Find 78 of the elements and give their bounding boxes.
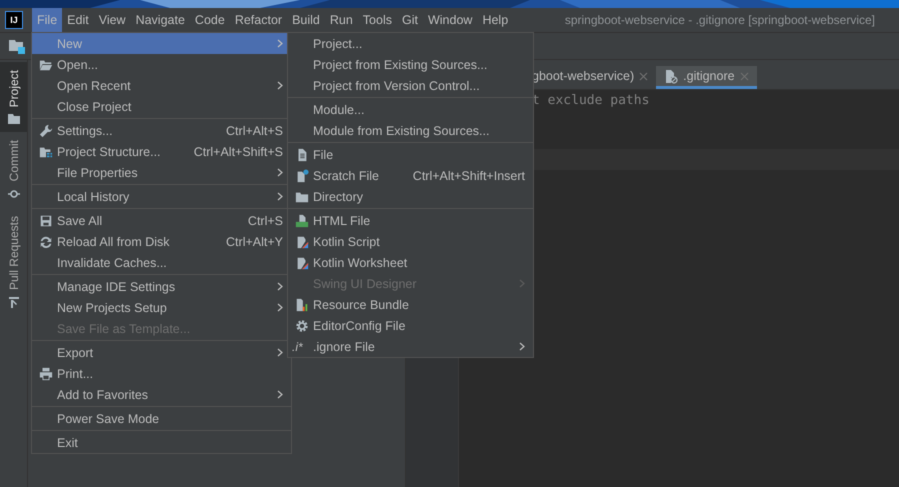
chevron-right-icon [277, 81, 283, 90]
wrench-icon [39, 124, 53, 138]
menu-title[interactable]: Build [287, 8, 325, 32]
tab-label: .gitignore [683, 69, 735, 83]
folder-icon [39, 58, 53, 72]
menu-title[interactable]: Edit [62, 8, 94, 32]
chevron-right-icon [277, 348, 283, 357]
menu-item[interactable]: Print... [32, 363, 291, 384]
menu-title[interactable]: Window [422, 8, 478, 32]
menu-title[interactable]: Run [324, 8, 358, 32]
chevron-right-icon [519, 342, 525, 351]
tool-window-tab[interactable]: Pull Requests [0, 208, 27, 316]
bar-chart-file-icon [295, 298, 309, 312]
code-line: t exclude paths [531, 93, 650, 108]
menu-item[interactable]: Reload All from Disk Ctrl+Alt+Y [32, 231, 291, 252]
menu-item[interactable]: Project... [288, 33, 533, 54]
printer-icon [39, 366, 53, 380]
menu-item[interactable]: Module... [288, 99, 533, 120]
close-icon[interactable] [740, 72, 749, 80]
menu-title[interactable]: Tools [358, 8, 397, 32]
folder-icon [8, 113, 20, 124]
reload-icon [39, 234, 53, 248]
menu-item[interactable]: Scratch File Ctrl+Alt+Shift+Insert [288, 165, 533, 186]
menu-item[interactable]: Directory [288, 186, 533, 207]
file-clock-icon [295, 168, 309, 182]
tab-label: gboot-webservice) [532, 69, 634, 83]
chevron-right-icon [277, 39, 283, 48]
window-title: springboot-webservice - .gitignore [springboot-webservice] [564, 12, 876, 29]
app-logo[interactable]: IJ [5, 11, 23, 29]
menu-item[interactable]: File Properties [32, 162, 291, 183]
commit-icon [8, 188, 20, 200]
menu-item[interactable]: Open Recent [32, 75, 291, 96]
menu-item[interactable]: New Projects Setup [32, 297, 291, 318]
tool-window-tab[interactable]: Commit [0, 132, 27, 208]
menu-item[interactable]: Export [32, 342, 291, 363]
menu-title[interactable]: Code [190, 8, 230, 32]
menu-item[interactable]: Resource Bundle [288, 294, 533, 315]
menu-item[interactable]: Settings... Ctrl+Alt+S [32, 120, 291, 141]
menu-item[interactable]: Power Save Mode [32, 408, 291, 429]
menu-title[interactable]: Refactor [230, 8, 288, 32]
folder-grid-icon [39, 144, 53, 158]
ignored-file-icon [664, 68, 678, 84]
folder-icon [295, 190, 309, 204]
menu-item[interactable]: Exit [32, 432, 291, 453]
chevron-right-icon [277, 192, 283, 201]
tool-window-tab[interactable]: Project [0, 62, 27, 132]
menu-item[interactable]: Manage IDE Settings [32, 276, 291, 297]
menu-item[interactable]: Local History [32, 186, 291, 207]
menu-item[interactable]: EditorConfig File [288, 315, 533, 336]
menu-title[interactable]: Git [396, 8, 423, 32]
menu-item[interactable]: Project Structure... Ctrl+Alt+Shift+S [32, 141, 291, 162]
pull-request-icon [8, 296, 20, 308]
menu-title[interactable]: View [94, 8, 131, 32]
menu-item[interactable]: File [288, 144, 533, 165]
kotlin-file-icon [295, 234, 309, 248]
kotlin-file-icon [295, 256, 309, 270]
menu-item[interactable]: Module from Existing Sources... [288, 120, 533, 141]
menu-item[interactable]: Save All Ctrl+S [32, 210, 291, 231]
menu-title[interactable]: Help [477, 8, 514, 32]
menu-item[interactable]: Kotlin Script [288, 231, 533, 252]
html-file-icon [295, 214, 309, 228]
chevron-right-icon [277, 303, 283, 312]
menu-item[interactable]: Open... [32, 54, 291, 75]
settings-icon [295, 318, 309, 332]
menu-item[interactable]: .i* .ignore File [288, 336, 533, 357]
editor-tab[interactable]: .gitignore [656, 66, 757, 89]
menu-item[interactable]: Close Project [32, 96, 291, 117]
folder-icon[interactable] [8, 38, 26, 54]
menu-item[interactable]: Add to Favorites [32, 384, 291, 405]
menu-item[interactable]: Invalidate Caches... [32, 252, 291, 273]
chevron-right-icon [277, 282, 283, 291]
menu-item[interactable]: HTML File [288, 210, 533, 231]
chevron-right-icon [277, 168, 283, 177]
chevron-right-icon [277, 390, 283, 399]
menu-item[interactable]: Kotlin Worksheet [288, 252, 533, 273]
close-icon[interactable] [639, 72, 648, 80]
chevron-right-icon [519, 279, 525, 288]
menu-title[interactable]: Navigate [130, 8, 190, 32]
